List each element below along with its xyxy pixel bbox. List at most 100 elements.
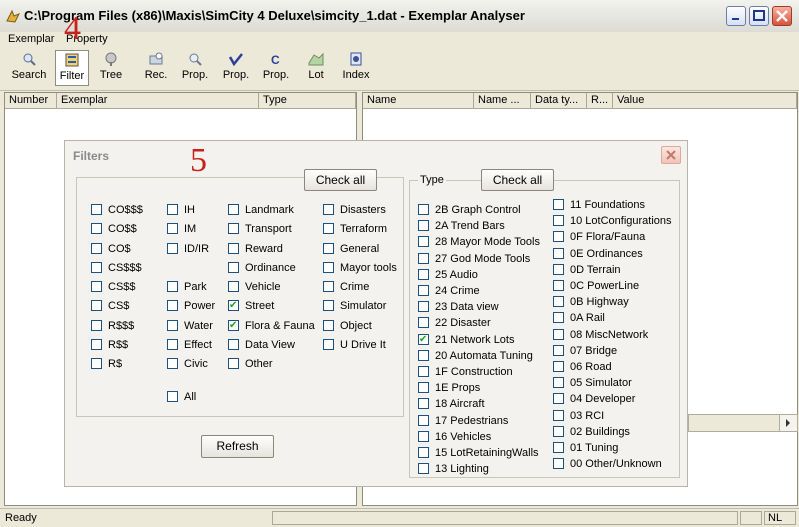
filter-checkbox-box[interactable]	[228, 358, 239, 369]
check-all-types-button[interactable]: Check all	[481, 169, 554, 191]
type-checkbox[interactable]: 11 Foundations	[553, 199, 645, 213]
filter-checkbox-box[interactable]	[91, 320, 102, 331]
filter-checkbox[interactable]: Park	[167, 281, 207, 295]
type-checkbox[interactable]: 28 Mayor Mode Tools	[418, 236, 540, 250]
filter-checkbox-box[interactable]	[228, 223, 239, 234]
type-checkbox-box[interactable]	[418, 430, 429, 442]
type-checkbox-box[interactable]	[418, 204, 429, 215]
search-property-button[interactable]: Prop.	[179, 50, 211, 86]
filter-checkbox[interactable]: CS$$	[91, 281, 136, 295]
filter-checkbox[interactable]: R$	[91, 358, 122, 372]
lot-button[interactable]: Lot	[302, 50, 330, 86]
filter-checkbox-box[interactable]	[228, 204, 239, 215]
filter-checkbox[interactable]: CO$	[91, 243, 131, 257]
filter-checkbox-box[interactable]	[91, 204, 102, 215]
filter-checkbox[interactable]: Disasters	[323, 204, 386, 218]
type-checkbox-box[interactable]	[418, 366, 429, 377]
filter-checkbox-box[interactable]	[91, 358, 102, 369]
type-checkbox-box[interactable]	[418, 447, 429, 458]
filter-checkbox[interactable]: Crime	[323, 281, 369, 295]
filter-checkbox-box[interactable]	[323, 204, 334, 215]
filter-all-checkbox-box[interactable]	[167, 391, 178, 402]
filter-checkbox[interactable]: Vehicle	[228, 281, 280, 295]
type-checkbox[interactable]: 21 Network Lots	[418, 333, 514, 348]
type-checkbox-box[interactable]	[553, 409, 564, 421]
type-checkbox-box[interactable]	[553, 280, 564, 291]
type-checkbox-box[interactable]	[418, 268, 429, 280]
type-checkbox[interactable]: 18 Aircraft	[418, 398, 485, 412]
type-checkbox-box[interactable]	[418, 252, 429, 264]
horizontal-scrollbar[interactable]	[688, 414, 798, 432]
close-button[interactable]	[772, 6, 792, 26]
filter-checkbox[interactable]: CS$	[91, 300, 129, 314]
filter-checkbox-box[interactable]	[91, 223, 102, 234]
tree-button[interactable]: Tree	[94, 50, 128, 86]
type-checkbox[interactable]: 1E Props	[418, 382, 480, 396]
filter-checkbox[interactable]: Effect	[167, 339, 212, 353]
column-header-r[interactable]: R...	[587, 93, 613, 109]
type-checkbox-box[interactable]	[553, 344, 564, 356]
type-checkbox-box[interactable]	[418, 349, 429, 361]
filter-checkbox[interactable]: CS$$$	[91, 262, 142, 276]
type-checkbox-box[interactable]	[418, 220, 429, 232]
filter-checkbox[interactable]: CO$$$	[91, 204, 143, 218]
type-checkbox[interactable]: 2B Graph Control	[418, 204, 521, 218]
filter-checkbox[interactable]: U Drive It	[323, 339, 386, 353]
filter-checkbox[interactable]: ID/IR	[167, 243, 209, 257]
filter-checkbox[interactable]: IM	[167, 223, 196, 237]
type-checkbox[interactable]: 01 Tuning	[553, 442, 618, 456]
filter-checkbox-box[interactable]	[323, 262, 334, 273]
type-checkbox-box[interactable]	[418, 414, 429, 426]
filter-checkbox-box[interactable]	[167, 223, 178, 234]
filter-checkbox[interactable]: Ordinance	[228, 262, 296, 276]
filter-checkbox-box[interactable]	[167, 281, 178, 292]
filter-checkbox[interactable]: Flora & Fauna	[228, 319, 315, 334]
scroll-right-button[interactable]	[779, 415, 797, 431]
filter-checkbox-box[interactable]	[228, 243, 239, 254]
type-checkbox[interactable]: 17 Pedestrians	[418, 414, 508, 429]
type-checkbox-box[interactable]	[553, 377, 564, 389]
type-checkbox[interactable]: 0A Rail	[553, 312, 605, 326]
type-checkbox-box[interactable]	[553, 328, 564, 340]
type-checkbox[interactable]: 1F Construction	[418, 366, 513, 380]
filter-checkbox-box[interactable]	[228, 339, 239, 350]
filter-checkbox-box[interactable]	[91, 339, 102, 350]
column-header-name-2[interactable]: Name ...	[474, 93, 531, 109]
type-checkbox[interactable]: 2A Trend Bars	[418, 220, 505, 234]
type-checkbox[interactable]: 0F Flora/Fauna	[553, 231, 645, 245]
type-checkbox-box[interactable]	[553, 425, 564, 437]
type-checkbox-box[interactable]	[418, 463, 429, 475]
filter-all-checkbox[interactable]: All	[167, 391, 196, 405]
type-checkbox[interactable]: 00 Other/Unknown	[553, 458, 662, 472]
type-checkbox[interactable]: 08 MiscNetwork	[553, 328, 648, 343]
type-checkbox[interactable]: 25 Audio	[418, 268, 478, 283]
search-button[interactable]: Search	[8, 50, 50, 86]
filter-checkbox-box[interactable]	[91, 300, 102, 311]
filter-checkbox-box[interactable]	[91, 281, 102, 292]
column-header-type[interactable]: Type	[259, 93, 356, 109]
type-checkbox[interactable]: 24 Crime	[418, 285, 480, 299]
type-checkbox-box[interactable]	[553, 247, 564, 259]
filter-checkbox[interactable]: General	[323, 243, 379, 257]
filter-checkbox[interactable]: Terraform	[323, 223, 387, 237]
check-all-categories-button[interactable]: Check all	[304, 169, 377, 191]
type-checkbox[interactable]: 0B Highway	[553, 296, 629, 310]
type-checkbox-box[interactable]	[418, 333, 429, 346]
filter-checkbox-box[interactable]	[167, 300, 178, 311]
copy-property-button[interactable]: C Prop.	[260, 50, 292, 86]
filter-checkbox[interactable]: CO$$	[91, 223, 137, 237]
type-checkbox-box[interactable]	[553, 442, 564, 453]
filter-checkbox-box[interactable]	[228, 299, 239, 312]
type-checkbox-box[interactable]	[553, 199, 564, 210]
check-property-button[interactable]: Prop.	[220, 50, 252, 86]
filter-checkbox[interactable]: Object	[323, 320, 372, 334]
type-checkbox[interactable]: 23 Data view	[418, 301, 499, 315]
filter-checkbox[interactable]: Mayor tools	[323, 262, 397, 276]
type-checkbox[interactable]: 05 Simulator	[553, 377, 632, 391]
filter-checkbox[interactable]: Other	[228, 358, 273, 372]
column-header-data-type[interactable]: Data ty...	[531, 93, 587, 109]
filter-checkbox[interactable]: R$$	[91, 339, 128, 353]
filter-checkbox[interactable]: Simulator	[323, 300, 386, 314]
type-checkbox-box[interactable]	[553, 296, 564, 308]
filter-checkbox[interactable]: Water	[167, 320, 213, 334]
